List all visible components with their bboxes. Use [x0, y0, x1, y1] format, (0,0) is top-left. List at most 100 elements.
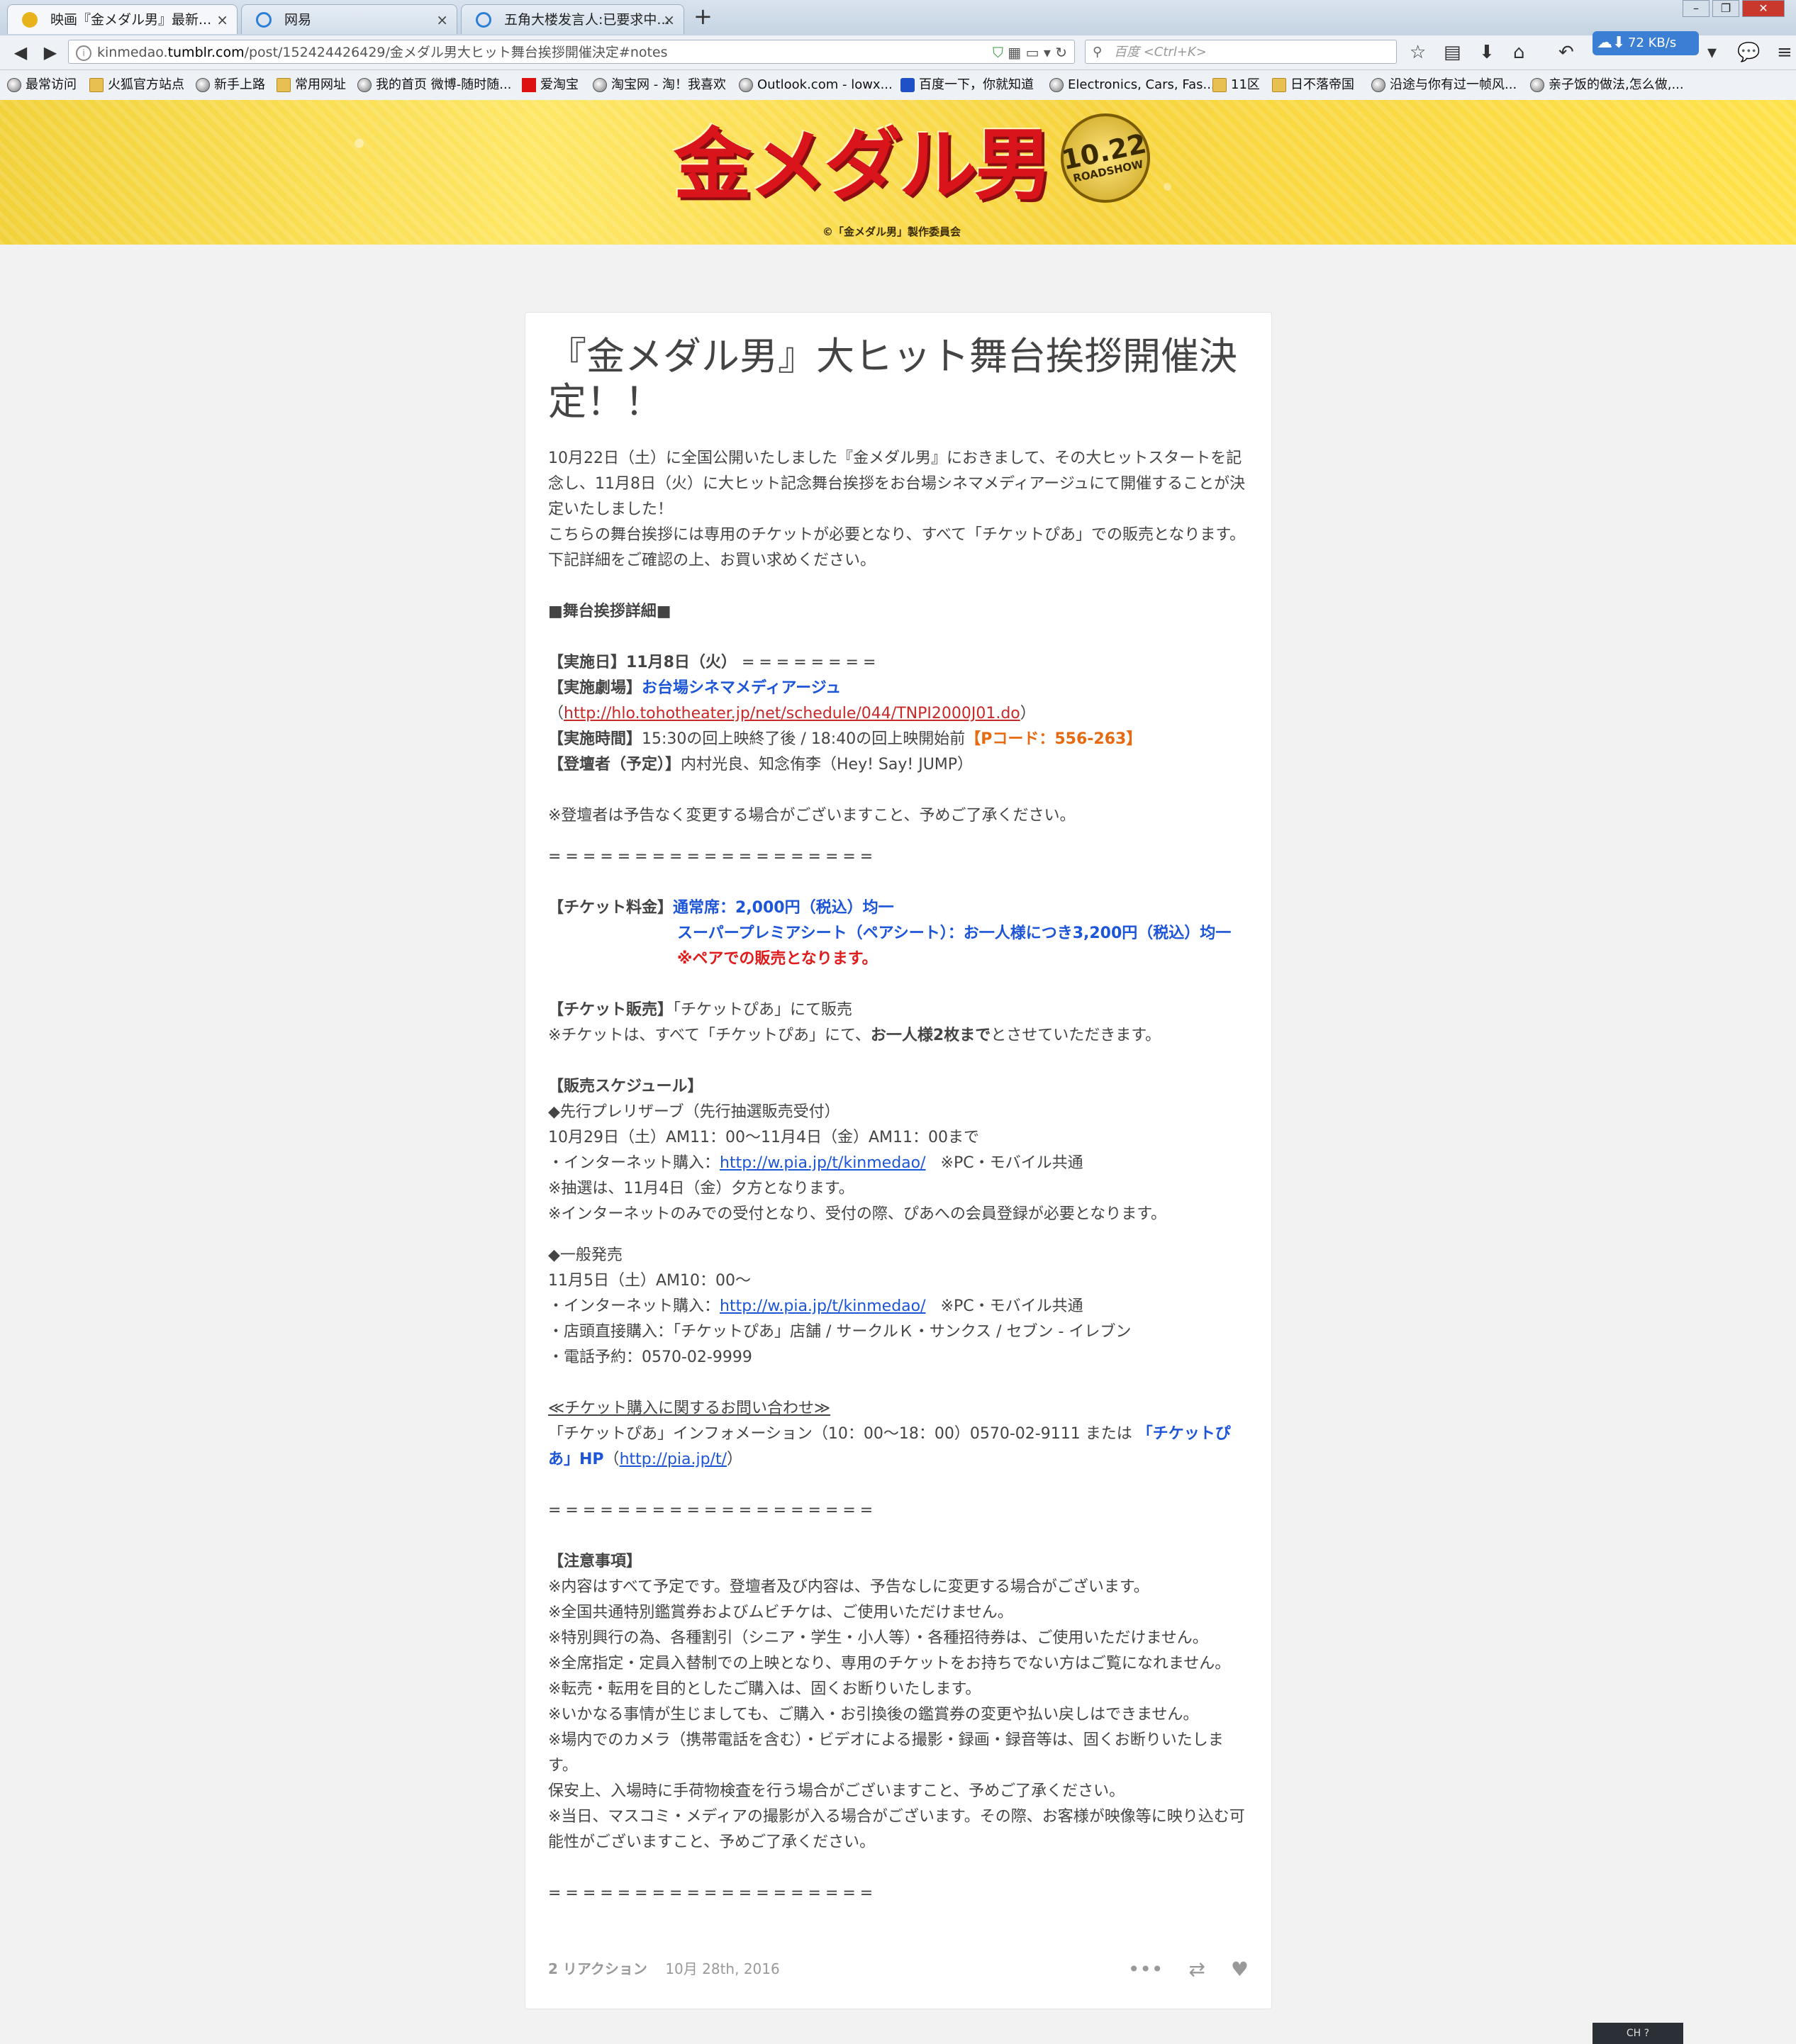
- reblog-icon[interactable]: ⇄: [1188, 1958, 1205, 1981]
- sales-label: 【チケット販売】: [548, 1001, 674, 1019]
- shield-icon[interactable]: ⛉: [993, 44, 1003, 61]
- bookmark-item[interactable]: 我的首页 微博-随时随...: [356, 70, 511, 100]
- download-speed-widget[interactable]: ☁⬇ 72 KB/s: [1593, 31, 1699, 55]
- dropdown-arrow-icon[interactable]: ▾: [1044, 44, 1051, 61]
- sales-note-pre: ※チケットは、すべて「チケットぴあ」にて、: [548, 1027, 871, 1044]
- bookmark-item[interactable]: 爱淘宝: [520, 70, 579, 100]
- bookmark-label: 常用网址: [295, 77, 346, 92]
- presale-heading: ◆先行プレリザーブ（先行抽選販売受付）: [548, 1103, 840, 1121]
- post-date[interactable]: 10月 28th, 2016: [665, 1960, 779, 1977]
- event-date-line: 【実施日】11月8日（火） ========: [548, 650, 1249, 676]
- menu-dropdown-icon[interactable]: ▾: [1707, 41, 1717, 64]
- like-heart-icon[interactable]: ♥: [1231, 1958, 1249, 1981]
- bookmark-label: 日不落帝国: [1290, 77, 1354, 92]
- bookmark-label: 最常访问: [26, 77, 77, 92]
- tab-title: 映画『金メダル男』最新...: [50, 12, 212, 28]
- paren-open: （: [548, 705, 564, 722]
- back-arrow-icon[interactable]: ◀: [9, 41, 33, 64]
- note-item: ※内容はすべて予定です。登壇者及び内容は、予告なしに変更する場合がございます。: [548, 1578, 1149, 1596]
- net-purchase-label: ・インターネット購入：: [548, 1297, 720, 1315]
- paren-close: ）: [727, 1451, 743, 1468]
- close-tab-icon[interactable]: ×: [663, 5, 675, 34]
- help-icon[interactable]: ?: [1644, 2028, 1649, 2039]
- more-options-icon[interactable]: •••: [1128, 1958, 1164, 1981]
- post-body: 10月22日（土）に全国公開いたしました『金メダル男』におきまして、その大ヒット…: [548, 446, 1249, 1906]
- venue-line: 【実施劇場】お台場シネマメディアージュ （http://hlo.tohotheat…: [548, 676, 1249, 727]
- store-purchase: ・店頭直接購入：「チケットぴあ」店舗 / サークルＫ・サンクス / セブン - …: [548, 1323, 1132, 1341]
- close-tab-icon[interactable]: ×: [216, 5, 228, 34]
- download-icon[interactable]: ⬇: [1479, 41, 1495, 64]
- reader-mode-icon[interactable]: ▭: [1026, 44, 1039, 61]
- bookmark-label: 11区: [1231, 77, 1260, 92]
- qr-code-icon[interactable]: ▦: [1008, 44, 1021, 61]
- ime-indicator: CH: [1626, 2028, 1641, 2039]
- bookmark-item[interactable]: 新手上路: [194, 70, 265, 100]
- intro-paragraph: 10月22日（土）に全国公開いたしました『金メダル男』におきまして、その大ヒット…: [548, 449, 1246, 518]
- bookmark-label: 我的首页 微博-随时随...: [376, 77, 512, 92]
- tab-kinmedao[interactable]: 映画『金メダル男』最新... ×: [7, 4, 238, 34]
- bookmarks-list-icon[interactable]: ▤: [1444, 41, 1461, 64]
- notes-label: 【注意事項】: [548, 1553, 642, 1570]
- bookmark-item[interactable]: 火狐官方站点: [88, 70, 184, 100]
- bookmark-item[interactable]: 亲子饭的做法,怎么做,...: [1529, 70, 1684, 100]
- post-title: 『金メダル男』大ヒット舞台挨拶開催決定！！: [548, 334, 1237, 424]
- price-pair-note: ※ペアでの販売となります。: [677, 950, 878, 968]
- search-input[interactable]: ⚲ 百度 <Ctrl+K>: [1085, 40, 1397, 64]
- reload-icon[interactable]: ↻: [1055, 44, 1067, 61]
- maximize-icon[interactable]: ❐: [1712, 0, 1739, 17]
- bookmark-item[interactable]: 常用网址: [275, 70, 346, 100]
- undo-icon[interactable]: ↶: [1558, 41, 1574, 64]
- movie-logo[interactable]: 金メダル男 10.22 ROADSHOW: [674, 105, 1159, 211]
- close-tab-icon[interactable]: ×: [436, 5, 448, 34]
- venue-link[interactable]: http://hlo.tohotheater.jp/net/schedule/0…: [564, 705, 1020, 722]
- net-purchase-label: ・インターネット購入：: [548, 1154, 720, 1172]
- price-premium-line: スーパープレミアシート（ペアシート）：お一人様につき3,200円（税込）均一: [548, 921, 1249, 946]
- guests-text: 内村光良、知念侑李（Hey! Say! JUMP）: [681, 756, 974, 774]
- tab-title: 五角大楼发言人:已要求中...: [504, 12, 670, 28]
- presale-period: 10月29日（土）AM11：00～11月4日（金）AM11：00まで: [548, 1129, 980, 1146]
- pia-link[interactable]: http://w.pia.jp/t/kinmedao/: [720, 1297, 926, 1315]
- close-window-icon[interactable]: ✕: [1742, 0, 1785, 17]
- minimize-icon[interactable]: –: [1683, 0, 1709, 17]
- bookmark-item[interactable]: 最常访问: [6, 70, 77, 100]
- time-text: 15:30の回上映終了後 / 18:40の回上映開始前: [642, 730, 966, 748]
- bookmark-item[interactable]: Outlook.com - lowx...: [737, 70, 893, 100]
- pia-home-link[interactable]: http://pia.jp/t/: [620, 1451, 727, 1468]
- hamburger-menu-icon[interactable]: ≡: [1777, 41, 1792, 64]
- lottery-note: ※抽選は、11月4日（金）夕方となります。: [548, 1180, 854, 1197]
- site-info-icon[interactable]: i: [76, 45, 91, 61]
- pia-link[interactable]: http://w.pia.jp/t/kinmedao/: [720, 1154, 926, 1172]
- address-bar[interactable]: i kinmedao.tumblr.com/post/152424426429/…: [68, 40, 1075, 64]
- post-actions: ••• ⇄ ♥: [1128, 1958, 1249, 1981]
- sales-text: 「チケットぴあ」にて販売: [673, 1001, 853, 1019]
- bookmark-item[interactable]: 沿途与你有过一帧风...: [1370, 70, 1517, 100]
- new-tab-button[interactable]: +: [693, 3, 713, 30]
- bookmark-item[interactable]: Electronics, Cars, Fas...: [1048, 70, 1215, 100]
- sales-note: ※チケットは、すべて「チケットぴあ」にて、お一人様2枚までとさせていただきます。: [548, 1023, 1249, 1049]
- paren-open: （: [603, 1451, 620, 1468]
- general-net-line: ・インターネット購入：http://w.pia.jp/t/kinmedao/ ※…: [548, 1294, 1249, 1319]
- home-icon[interactable]: ⌂: [1513, 41, 1525, 64]
- bookmark-globe-icon: [593, 78, 607, 92]
- bookmark-item[interactable]: 百度一下，你就知道: [899, 70, 1034, 100]
- bookmark-globe-icon: [196, 78, 210, 92]
- bookmark-label: 百度一下，你就知道: [919, 77, 1034, 92]
- inquiry-heading: ≪チケット購入に関するお問い合わせ≫: [548, 1400, 831, 1417]
- bookmark-label: 亲子饭的做法,怎么做,...: [1549, 77, 1684, 92]
- forward-arrow-icon[interactable]: ▶: [38, 41, 62, 64]
- bookmark-item[interactable]: 11区: [1211, 70, 1260, 100]
- bookmark-label: Outlook.com - lowx...: [757, 77, 893, 92]
- guests-line: 【登壇者（予定）】内村光良、知念侑李（Hey! Say! JUMP）: [548, 752, 1249, 778]
- intro-paragraph: こちらの舞台挨拶には専用のチケットが必要となり、すべて「チケットぴあ」での販売と…: [548, 526, 1246, 544]
- bookmark-item[interactable]: 日不落帝国: [1271, 70, 1354, 100]
- system-tray[interactable]: CH ?: [1593, 2023, 1683, 2044]
- bookmark-item[interactable]: 淘宝网 - 淘！我喜欢: [591, 70, 726, 100]
- chat-icon[interactable]: 💬: [1737, 41, 1760, 64]
- tab-pentagon[interactable]: 五角大楼发言人:已要求中... ×: [461, 4, 684, 34]
- bookmark-globe-icon: [357, 78, 372, 92]
- bookmark-globe-icon: [1530, 78, 1544, 92]
- price-label: 【チケット料金】: [548, 899, 674, 917]
- bookmark-star-icon[interactable]: ☆: [1410, 41, 1426, 64]
- notes-count[interactable]: 2 リアクション: [548, 1960, 647, 1977]
- tab-163[interactable]: 网易 ×: [241, 4, 457, 34]
